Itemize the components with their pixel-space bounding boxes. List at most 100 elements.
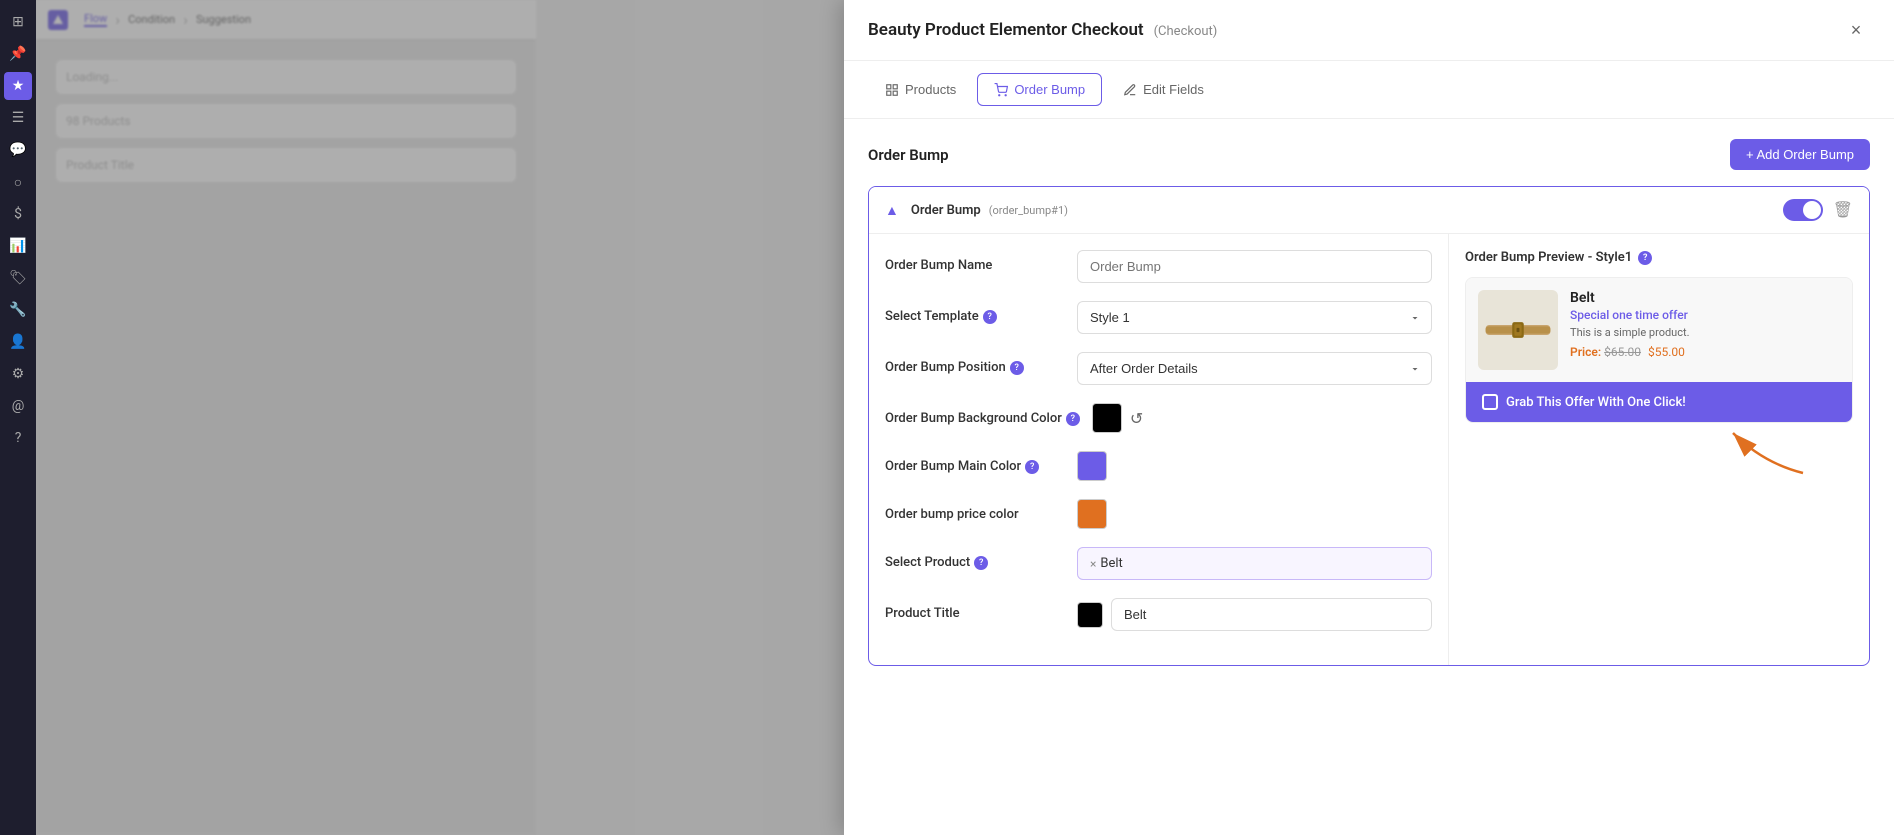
preview-info: Belt Special one time offer This is a si… xyxy=(1570,290,1840,359)
product-tag-remove[interactable]: × xyxy=(1090,557,1096,571)
sidebar-icon-highlight[interactable]: ★ xyxy=(4,72,32,100)
main-color-control xyxy=(1077,451,1432,481)
position-label: Order Bump Position ? xyxy=(885,352,1065,375)
bg-color-swatch[interactable] xyxy=(1092,403,1122,433)
template-help-icon[interactable]: ? xyxy=(983,310,997,324)
ob-card-actions: 🗑 xyxy=(1783,199,1853,221)
preview-price-old: $65.00 xyxy=(1604,345,1641,359)
toggle-knob xyxy=(1803,201,1821,219)
name-control xyxy=(1077,250,1432,283)
form-row-product-title: Product Title xyxy=(885,598,1432,631)
form-row-template: Select Template ? Style 1 Style 2 Style … xyxy=(885,301,1432,334)
ob-body: Order Bump Name Select Template ? xyxy=(869,234,1869,665)
preview-header: Order Bump Preview - Style1 ? xyxy=(1465,250,1853,265)
sidebar-icon-home[interactable]: ⊞ xyxy=(4,8,32,36)
ob-preview: Order Bump Preview - Style1 ? xyxy=(1449,234,1869,665)
sidebar-icon-help[interactable]: ? xyxy=(4,424,32,452)
sidebar-icon-circle[interactable]: ○ xyxy=(4,168,32,196)
price-color-swatch[interactable] xyxy=(1077,499,1107,529)
section-title: Order Bump xyxy=(868,146,949,164)
product-title-input[interactable] xyxy=(1111,598,1432,631)
bg-color-reset-icon[interactable]: ↺ xyxy=(1130,409,1143,428)
bg-color-row: ↺ xyxy=(1092,403,1432,433)
ob-badge: (order_bump#1) xyxy=(989,204,1068,217)
belt-image-svg xyxy=(1482,310,1554,350)
form-row-price-color: Order bump price color xyxy=(885,499,1432,529)
position-control: After Order Details Before Order Details… xyxy=(1077,352,1432,385)
main-color-help-icon[interactable]: ? xyxy=(1025,460,1039,474)
product-select-field[interactable]: × Belt xyxy=(1077,547,1432,580)
preview-help-icon[interactable]: ? xyxy=(1638,251,1652,265)
ob-delete-button[interactable]: 🗑 xyxy=(1833,200,1853,220)
product-control: × Belt xyxy=(1077,547,1432,580)
arrow-annotation xyxy=(1465,423,1853,493)
product-label: Select Product ? xyxy=(885,547,1065,570)
main-color-row xyxy=(1077,451,1432,481)
bg-color-control: ↺ xyxy=(1092,403,1432,433)
template-label: Select Template ? xyxy=(885,301,1065,324)
sidebar-icon-list[interactable]: ☰ xyxy=(4,104,32,132)
tab-order-bump[interactable]: Order Bump xyxy=(977,73,1102,106)
ob-card-header: ▲ Order Bump (order_bump#1) 🗑 xyxy=(869,187,1869,234)
form-row-bg-color: Order Bump Background Color ? ↺ xyxy=(885,403,1432,433)
form-row-main-color: Order Bump Main Color ? xyxy=(885,451,1432,481)
sidebar-icon-wrench[interactable]: 🔧 xyxy=(4,296,32,324)
sidebar-icon-user[interactable]: 👤 xyxy=(4,328,32,356)
template-control: Style 1 Style 2 Style 3 xyxy=(1077,301,1432,334)
main-color-label: Order Bump Main Color ? xyxy=(885,451,1065,474)
ob-title: Order Bump xyxy=(911,203,981,218)
preview-product-image xyxy=(1478,290,1558,370)
modal: Beauty Product Elementor Checkout (Check… xyxy=(844,0,1894,835)
preview-product: Belt Special one time offer This is a si… xyxy=(1466,278,1852,382)
tab-products-label: Products xyxy=(905,82,956,97)
sidebar-icon-tag[interactable]: 🏷 xyxy=(4,264,32,292)
modal-content: Order Bump + Add Order Bump ▲ Order Bump… xyxy=(844,119,1894,835)
sidebar-icon-at[interactable]: @ xyxy=(4,392,32,420)
cta-checkbox xyxy=(1482,394,1498,410)
name-input[interactable] xyxy=(1077,250,1432,283)
product-tag-label: Belt xyxy=(1100,556,1122,571)
modal-title-area: Beauty Product Elementor Checkout (Check… xyxy=(868,20,1217,40)
form-row-product: Select Product ? × Belt xyxy=(885,547,1432,580)
price-color-row xyxy=(1077,499,1432,529)
preview-price-new: $55.00 xyxy=(1648,345,1685,359)
position-help-icon[interactable]: ? xyxy=(1010,361,1024,375)
ob-toggle[interactable] xyxy=(1783,199,1823,221)
sidebar: ⊞ 📌 ★ ☰ 💬 ○ $ 📊 🏷 🔧 👤 ⚙ @ ? xyxy=(0,0,36,835)
product-title-control xyxy=(1077,598,1432,631)
chevron-icon: ▲ xyxy=(885,202,899,219)
ob-form: Order Bump Name Select Template ? xyxy=(869,234,1449,665)
tab-products[interactable]: Products xyxy=(868,73,973,106)
cta-label: Grab This Offer With One Click! xyxy=(1506,395,1686,410)
position-select[interactable]: After Order Details Before Order Details… xyxy=(1077,352,1432,385)
form-row-position: Order Bump Position ? After Order Detail… xyxy=(885,352,1432,385)
template-select[interactable]: Style 1 Style 2 Style 3 xyxy=(1077,301,1432,334)
tab-edit-fields[interactable]: Edit Fields xyxy=(1106,73,1221,106)
modal-close-button[interactable]: × xyxy=(1842,16,1870,44)
bg-color-label: Order Bump Background Color ? xyxy=(885,403,1080,426)
modal-overlay: Beauty Product Elementor Checkout (Check… xyxy=(36,0,1894,835)
main-color-swatch[interactable] xyxy=(1077,451,1107,481)
product-help-icon[interactable]: ? xyxy=(974,556,988,570)
modal-subtitle: (Checkout) xyxy=(1154,24,1218,39)
product-tag: × Belt xyxy=(1090,556,1123,571)
sidebar-icon-chat[interactable]: 💬 xyxy=(4,136,32,164)
price-color-control xyxy=(1077,499,1432,529)
preview-price: Price: $65.00 $55.00 xyxy=(1570,345,1840,359)
sidebar-icon-settings[interactable]: ⚙ xyxy=(4,360,32,388)
product-title-color-swatch[interactable] xyxy=(1077,602,1103,628)
sidebar-icon-dollar[interactable]: $ xyxy=(4,200,32,228)
order-bump-card: ▲ Order Bump (order_bump#1) 🗑 xyxy=(868,186,1870,666)
modal-title: Beauty Product Elementor Checkout xyxy=(868,20,1144,40)
form-row-name: Order Bump Name xyxy=(885,250,1432,283)
price-color-label: Order bump price color xyxy=(885,499,1065,522)
preview-offer-text: Special one time offer xyxy=(1570,308,1840,322)
add-order-bump-button[interactable]: + Add Order Bump xyxy=(1730,139,1870,170)
section-header: Order Bump + Add Order Bump xyxy=(868,139,1870,170)
name-label: Order Bump Name xyxy=(885,250,1065,273)
preview-desc: This is a simple product. xyxy=(1570,326,1840,339)
sidebar-icon-pin[interactable]: 📌 xyxy=(4,40,32,68)
preview-card: Belt Special one time offer This is a si… xyxy=(1465,277,1853,423)
sidebar-icon-chart[interactable]: 📊 xyxy=(4,232,32,260)
bg-color-help-icon[interactable]: ? xyxy=(1066,412,1080,426)
